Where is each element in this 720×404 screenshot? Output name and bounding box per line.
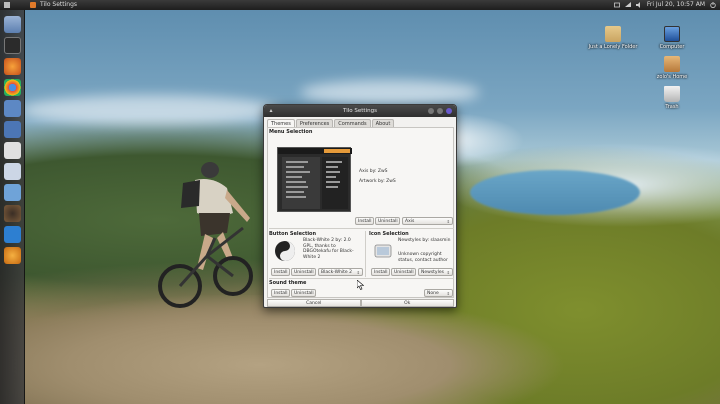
menu-selection-heading: Menu Selection xyxy=(269,129,313,135)
active-window-title: Tilo Settings xyxy=(40,1,78,8)
button-selection-heading: Button Selection xyxy=(269,231,317,237)
sound-theme-select-value: None xyxy=(427,291,439,296)
vertical-divider xyxy=(365,231,366,277)
cloud xyxy=(300,80,480,105)
button-theme-select-value: Black-White 2 xyxy=(321,270,352,275)
top-panel: Tilo Settings Fri Jul 20, 10:57 AM xyxy=(0,0,720,10)
network-icon[interactable] xyxy=(624,2,631,8)
menu-install-button[interactable]: Install xyxy=(355,217,374,225)
cyclist-image xyxy=(158,162,253,308)
media-player-icon[interactable] xyxy=(4,205,21,222)
desktop-icon-label: Just a Lonely Folder xyxy=(588,44,638,50)
close-icon[interactable] xyxy=(446,108,452,114)
window-title: Tilo Settings xyxy=(343,108,377,114)
icon-theme-preview-icon xyxy=(374,244,392,258)
icon-theme-select-value: Newstyles xyxy=(421,270,444,275)
firefox-icon[interactable] xyxy=(4,58,21,75)
desktop-icon-home[interactable]: zolo's Home xyxy=(642,56,702,80)
blender-icon[interactable] xyxy=(4,247,21,264)
dirt-path xyxy=(0,295,720,404)
button-theme-preview-icon xyxy=(275,241,295,261)
cloud xyxy=(20,95,280,125)
button-uninstall-button[interactable]: Uninstall xyxy=(291,268,316,276)
icon-theme-license: Unknown copyright status, contact author xyxy=(398,252,448,263)
gallery-icon[interactable] xyxy=(4,163,21,180)
menu-preview-image xyxy=(277,147,352,212)
home-icon xyxy=(664,56,680,72)
mouse-pointer-icon xyxy=(357,280,364,290)
desktop-icon-computer[interactable]: Computer xyxy=(642,26,702,50)
minimize-icon[interactable] xyxy=(428,108,434,114)
sound-theme-heading: Sound theme xyxy=(269,280,307,286)
launcher xyxy=(0,10,25,404)
sound-theme-select[interactable]: None ⇕ xyxy=(424,289,453,297)
chevron-updown-icon: ⇕ xyxy=(446,270,450,275)
window-titlebar[interactable]: ▴ Tilo Settings xyxy=(264,105,456,117)
desktop-icon-label: zolo's Home xyxy=(656,74,688,80)
icon-theme-author: Newstyles by: slaasmin xyxy=(398,238,451,243)
tilo-app-icon[interactable] xyxy=(30,2,36,8)
mail-icon[interactable] xyxy=(613,2,620,8)
window-menu-icon[interactable]: ▴ xyxy=(268,108,274,114)
ok-button[interactable]: Ok xyxy=(360,299,454,307)
menu-theme-select[interactable]: Axis ⇕ xyxy=(402,217,453,225)
button-theme-info: Black-White 2 by: 2.0 GPL, thanks to DBG… xyxy=(303,238,354,260)
divider xyxy=(269,228,454,229)
chrome-icon[interactable] xyxy=(4,79,21,96)
terminal-icon[interactable] xyxy=(4,37,21,54)
clock[interactable]: Fri Jul 20, 10:57 AM xyxy=(647,0,705,10)
menu-author-text: Axis by: ZwS xyxy=(359,169,388,174)
chevron-updown-icon: ⇕ xyxy=(446,291,450,296)
home-folder-icon[interactable] xyxy=(4,16,21,33)
desktop-icon-folder[interactable]: Just a Lonely Folder xyxy=(583,26,643,50)
icon-uninstall-button[interactable]: Uninstall xyxy=(391,268,416,276)
chevron-updown-icon: ⇕ xyxy=(446,219,450,224)
desktop-icon-label: Computer xyxy=(659,44,685,50)
sound-uninstall-button[interactable]: Uninstall xyxy=(291,289,316,297)
maximize-icon[interactable] xyxy=(437,108,443,114)
chevron-updown-icon: ⇕ xyxy=(356,270,360,275)
themes-panel: Menu Selection Axis by: ZwS Artwork by: … xyxy=(267,127,454,298)
menu-artwork-text: Artwork by: ZwS xyxy=(359,179,396,184)
icon-theme-select[interactable]: Newstyles ⇕ xyxy=(418,268,453,276)
settings-app-icon[interactable] xyxy=(4,121,21,138)
power-icon[interactable] xyxy=(710,2,716,8)
icon-selection-heading: Icon Selection xyxy=(369,231,409,237)
volume-icon[interactable] xyxy=(635,2,642,8)
menu-uninstall-button[interactable]: Uninstall xyxy=(375,217,400,225)
dialog-buttons: Cancel Ok xyxy=(267,299,454,307)
desktop-icon-label: Trash xyxy=(665,104,679,110)
monitor-icon[interactable] xyxy=(4,100,21,117)
sound-install-button[interactable]: Install xyxy=(271,289,290,297)
button-install-button[interactable]: Install xyxy=(271,268,290,276)
app-menu-icon[interactable] xyxy=(4,2,10,8)
document-icon[interactable] xyxy=(4,142,21,159)
cancel-button[interactable]: Cancel xyxy=(267,299,361,307)
folder-icon xyxy=(605,26,621,42)
menu-preview-graphic xyxy=(278,148,352,209)
image-editor-icon[interactable] xyxy=(4,184,21,201)
icon-install-button[interactable]: Install xyxy=(371,268,390,276)
button-theme-select[interactable]: Black-White 2 ⇕ xyxy=(318,268,363,276)
lake xyxy=(470,170,640,215)
tilo-settings-window: ▴ Tilo Settings Themes Preferences Comma… xyxy=(263,104,457,308)
menu-theme-select-value: Axis xyxy=(405,219,415,224)
desktop-icon-trash[interactable]: Trash xyxy=(642,86,702,110)
trash-icon xyxy=(664,86,680,102)
divider xyxy=(269,278,454,279)
computer-icon xyxy=(664,26,680,42)
inkscape-icon[interactable] xyxy=(4,226,21,243)
